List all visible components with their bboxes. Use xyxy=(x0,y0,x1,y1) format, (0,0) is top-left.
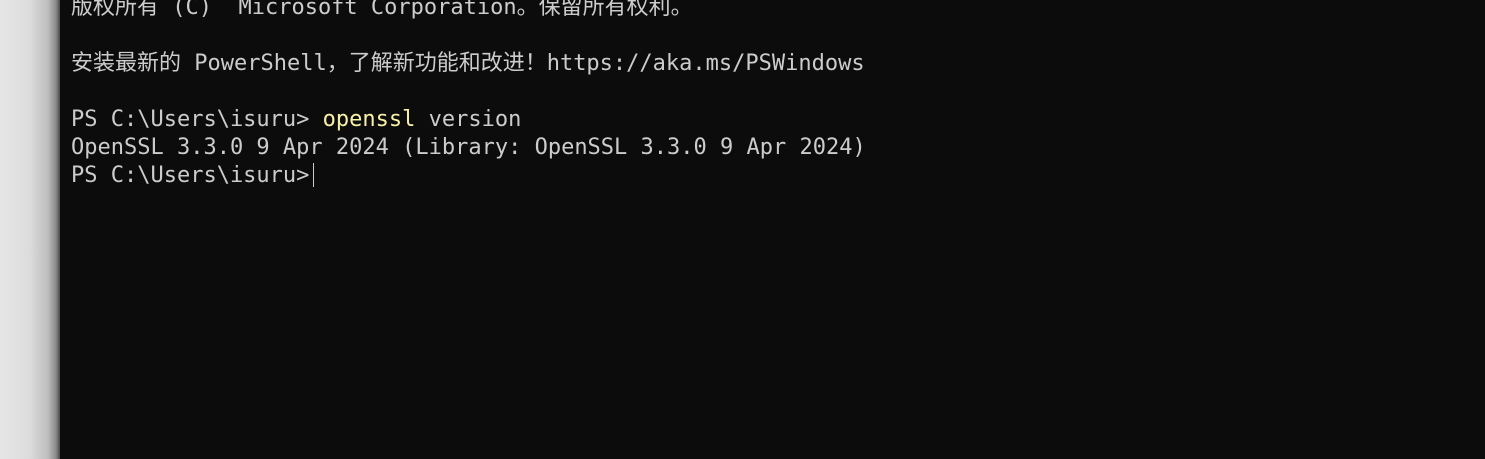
desktop-background-edge xyxy=(0,0,60,459)
command-args: version xyxy=(415,107,522,132)
command-line: PS C:\Users\isuru> openssl version xyxy=(71,106,1485,134)
copyright-line: 版权所有 (C) Microsoft Corporation。保留所有权利。 xyxy=(71,0,693,20)
active-prompt-line[interactable]: PS C:\Users\isuru> xyxy=(71,162,1485,190)
current-prompt: PS C:\Users\isuru> xyxy=(71,163,310,188)
powershell-install-hint: 安装最新的 PowerShell，了解新功能和改进！https://aka.ms… xyxy=(71,51,865,76)
prompt: PS C:\Users\isuru> xyxy=(71,107,323,132)
terminal-window[interactable]: 版权所有 (C) Microsoft Corporation。保留所有权利。 安… xyxy=(60,0,1485,459)
command-name: openssl xyxy=(322,107,416,132)
terminal-output[interactable]: 版权所有 (C) Microsoft Corporation。保留所有权利。 安… xyxy=(71,0,1485,190)
command-output: OpenSSL 3.3.0 9 Apr 2024 (Library: OpenS… xyxy=(71,135,866,160)
text-cursor[interactable] xyxy=(313,163,315,187)
